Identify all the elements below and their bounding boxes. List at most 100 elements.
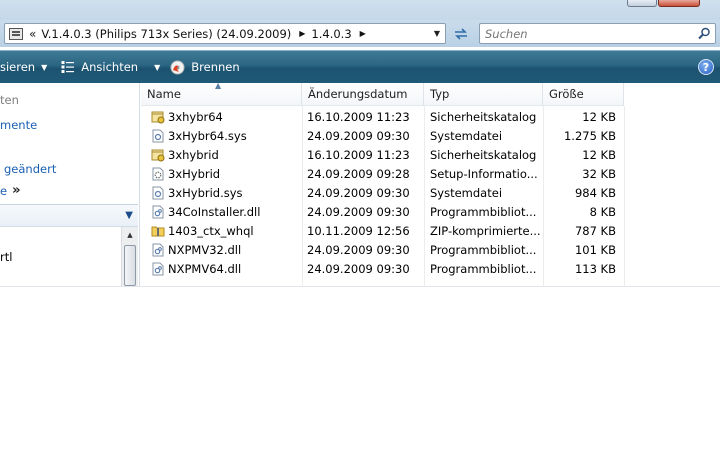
file-row[interactable]: 3xhybrid 16.10.2009 11:23 Sicherheitskat… — [141, 145, 624, 164]
file-name-cell[interactable]: 3xhybr64 — [151, 107, 301, 126]
file-name-cell[interactable]: 3xHybrid — [151, 164, 301, 183]
file-type: Programmbibliot... — [430, 261, 537, 276]
nav-link-partial[interactable]: ten — [0, 93, 19, 107]
file-name: 3xHybrid.sys — [168, 185, 243, 200]
file-size: 12 KB — [582, 109, 616, 124]
breadcrumb-arrow-icon[interactable]: ▶ — [360, 29, 366, 38]
file-row[interactable]: 1403_ctx_whql 10.11.2009 12:56 ZIP-kompr… — [141, 221, 624, 240]
file-row[interactable]: 3xHybrid.sys 24.09.2009 09:30 Systemdate… — [141, 183, 624, 202]
column-header-size[interactable]: Größe — [543, 83, 624, 106]
search-input[interactable] — [480, 24, 685, 43]
file-type-cell: Programmbibliot... — [430, 202, 542, 221]
file-type: Sicherheitskatalog — [430, 147, 537, 162]
file-type: Systemdatei — [430, 185, 503, 200]
nav-more[interactable]: e » — [0, 183, 20, 198]
file-type-cell: Systemdatei — [430, 183, 542, 202]
burn-button[interactable]: Brennen — [170, 55, 240, 79]
file-name: NXPMV32.dll — [168, 242, 242, 257]
file-row[interactable]: 3xHybrid 24.09.2009 09:28 Setup-Informat… — [141, 164, 624, 183]
dll-icon — [151, 262, 165, 276]
file-row[interactable]: 3xhybr64 16.10.2009 11:23 Sicherheitskat… — [141, 107, 624, 126]
nav-link-more[interactable]: e — [0, 184, 7, 198]
file-date-cell: 24.09.2009 09:30 — [307, 259, 425, 278]
file-row[interactable]: 3xHybr64.sys 24.09.2009 09:30 Systemdate… — [141, 126, 624, 145]
file-date: 24.09.2009 09:30 — [307, 204, 410, 219]
file-name-cell[interactable]: 3xHybr64.sys — [151, 126, 301, 145]
folder-tree-item[interactable]: rtl — [0, 250, 12, 264]
file-list: ▲ Name Änderungsdatum Typ Größe 3xhybr64… — [141, 81, 720, 286]
file-size-cell: 12 KB — [545, 107, 616, 126]
close-button[interactable] — [658, 0, 700, 7]
restore-button[interactable] — [627, 0, 657, 7]
file-name-cell[interactable]: 3xhybrid — [151, 145, 301, 164]
file-name-cell[interactable]: NXPMV32.dll — [151, 240, 301, 259]
folders-header[interactable]: ▼ — [0, 205, 138, 227]
column-header-type[interactable]: Typ — [424, 83, 543, 106]
file-type: Setup-Informatio... — [430, 166, 538, 181]
file-date-cell: 24.09.2009 09:30 — [307, 240, 425, 259]
file-date: 24.09.2009 09:30 — [307, 242, 410, 257]
file-date-cell: 16.10.2009 11:23 — [307, 107, 425, 126]
folder-location-icon — [9, 27, 23, 40]
file-name-cell[interactable]: NXPMV64.dll — [151, 259, 301, 278]
file-name-cell[interactable]: 34CoInstaller.dll — [151, 202, 301, 221]
column-type-label: Typ — [430, 87, 450, 101]
search-icon[interactable] — [698, 27, 711, 40]
title-bar — [0, 0, 720, 20]
nav-link-recently-changed[interactable]: geändert — [4, 162, 56, 176]
organize-button[interactable]: sieren ▼ — [0, 55, 47, 79]
scroll-thumb[interactable] — [124, 245, 136, 286]
file-name-cell[interactable]: 3xHybrid.sys — [151, 183, 301, 202]
setup-info-icon — [151, 167, 165, 181]
catalog-icon — [151, 110, 165, 124]
file-size: 984 KB — [574, 185, 616, 200]
file-name-cell[interactable]: 1403_ctx_whql — [151, 221, 301, 240]
file-row[interactable]: NXPMV64.dll 24.09.2009 09:30 Programmbib… — [141, 259, 624, 278]
file-type-cell: Setup-Informatio... — [430, 164, 542, 183]
file-size-cell: 32 KB — [545, 164, 616, 183]
address-bar[interactable]: « V.1.4.0.3 (Philips 713x Series) (24.09… — [4, 23, 446, 44]
dll-icon — [151, 205, 165, 219]
overflow-crumbs-button[interactable]: « — [29, 27, 36, 41]
column-header-name[interactable]: ▲ Name — [141, 81, 302, 106]
views-icon — [61, 61, 75, 73]
breadcrumb-current[interactable]: 1.4.0.3 — [311, 27, 351, 41]
help-button[interactable]: ? — [698, 59, 714, 75]
file-size: 787 KB — [574, 223, 616, 238]
nav-link-documents[interactable]: mente — [0, 118, 37, 132]
file-date-cell: 16.10.2009 11:23 — [307, 145, 425, 164]
file-name: 34CoInstaller.dll — [168, 204, 261, 219]
navigation-pane: ten mente geändert e » ▼ rtl ▲ — [0, 83, 140, 286]
refresh-icon — [455, 27, 467, 40]
address-dropdown-icon[interactable]: ▼ — [429, 24, 445, 43]
scroll-up-icon[interactable]: ▲ — [122, 227, 138, 243]
views-dropdown[interactable]: ▼ — [148, 55, 160, 79]
column-name-label: Name — [147, 87, 181, 101]
nav-scrollbar[interactable]: ▲ — [121, 227, 138, 286]
address-row: « V.1.4.0.3 (Philips 713x Series) (24.09… — [0, 20, 720, 47]
file-type-cell: Systemdatei — [430, 126, 542, 145]
burn-label: Brennen — [191, 60, 240, 74]
views-button[interactable]: Ansichten — [61, 55, 138, 79]
command-bar: sieren ▼ Ansichten ▼ Brennen ? — [0, 50, 720, 83]
breadcrumb-arrow-icon[interactable]: ▶ — [299, 29, 305, 38]
file-size-cell: 1.275 KB — [545, 126, 616, 145]
file-type: Programmbibliot... — [430, 204, 537, 219]
breadcrumb-root[interactable]: V.1.4.0.3 (Philips 713x Series) (24.09.2… — [41, 27, 291, 41]
zip-folder-icon — [151, 224, 165, 238]
column-header-date[interactable]: Änderungsdatum — [302, 83, 424, 106]
file-row[interactable]: 34CoInstaller.dll 24.09.2009 09:30 Progr… — [141, 202, 624, 221]
file-date-cell: 24.09.2009 09:28 — [307, 164, 425, 183]
refresh-button[interactable] — [450, 23, 472, 44]
file-size: 113 KB — [574, 261, 616, 276]
file-date-cell: 24.09.2009 09:30 — [307, 202, 425, 221]
file-type: ZIP-komprimierte... — [430, 223, 541, 238]
chevron-down-icon[interactable]: ▼ — [125, 210, 133, 221]
sort-ascending-icon: ▲ — [215, 81, 222, 90]
file-row[interactable]: NXPMV32.dll 24.09.2009 09:30 Programmbib… — [141, 240, 624, 259]
file-size-cell: 984 KB — [545, 183, 616, 202]
views-label: Ansichten — [81, 60, 139, 74]
file-size-cell: 787 KB — [545, 221, 616, 240]
search-field[interactable] — [479, 23, 716, 44]
column-size-label: Größe — [549, 87, 584, 101]
